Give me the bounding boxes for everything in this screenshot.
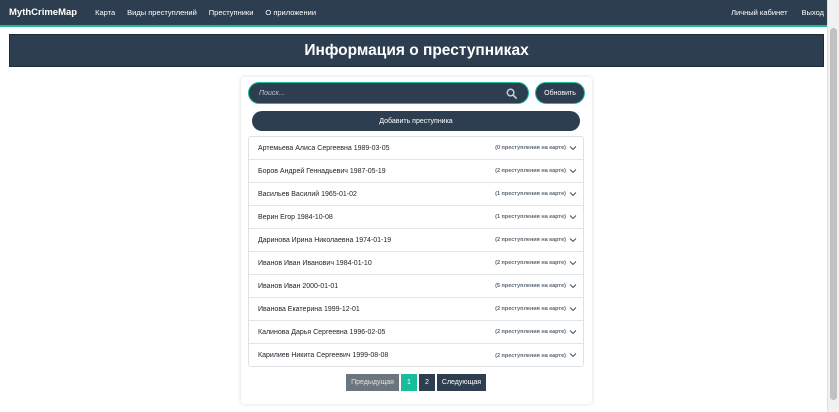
criminal-name: Артемьева Алиса Сергеевна 1989-03-05 [258,144,390,152]
top-navbar: MythCrimeMap Карта Виды преступлений Пре… [0,0,839,27]
nav-link-logout[interactable]: Выход [802,8,824,17]
chevron-down-icon[interactable] [569,305,577,313]
list-item[interactable]: Иванов Иван 2000-01-01 (5 преступления н… [249,275,583,298]
crime-count: (5 преступления на карте) [495,283,566,289]
criminal-name: Боров Андрей Геннадьевич 1987-05-19 [258,167,386,175]
nav-link-criminals[interactable]: Преступники [209,8,254,17]
page-scrollbar[interactable] [827,0,839,412]
brand-logo[interactable]: MythCrimeMap [9,7,77,18]
pagination-next-button[interactable]: Следующая [437,374,486,391]
chevron-down-icon[interactable] [569,144,577,152]
nav-link-about[interactable]: О приложении [265,8,316,17]
criminal-name: Карилиев Никита Сергеевич 1999-08-08 [258,352,389,359]
search-input[interactable]: Поиск... [248,82,529,104]
chevron-down-icon[interactable] [569,351,577,359]
refresh-button[interactable]: Обновить [535,82,585,104]
search-placeholder: Поиск... [259,89,285,97]
crime-count: (2 преступления на карте) [495,260,566,266]
list-item[interactable]: Артемьева Алиса Сергеевна 1989-03-05 (0 … [249,137,583,160]
pagination-prev-button[interactable]: Предыдущая [346,374,399,391]
criminal-name: Калинова Дарья Сергеевна 1996-02-05 [258,328,386,336]
chevron-down-icon[interactable] [569,282,577,290]
list-item[interactable]: Иванова Екатерина 1999-12-01 (2 преступл… [249,298,583,321]
scrollbar-thumb[interactable] [830,28,837,400]
criminals-list: Артемьева Алиса Сергеевна 1989-03-05 (0 … [248,136,584,367]
pagination-page-1[interactable]: 1 [401,374,417,391]
list-item[interactable]: Калинова Дарья Сергеевна 1996-02-05 (2 п… [249,321,583,344]
nav-link-crime-types[interactable]: Виды преступлений [127,8,197,17]
list-item[interactable]: Карилиев Никита Сергеевич 1999-08-08 (2 … [249,344,583,367]
chevron-down-icon[interactable] [569,167,577,175]
crime-count: (2 преступления на карте) [495,168,566,174]
criminal-name: Даринова Ирина Николаевна 1974-01-19 [258,236,392,244]
chevron-down-icon[interactable] [569,236,577,244]
chevron-down-icon[interactable] [569,213,577,221]
crime-count: (1 преступления на карте) [495,214,566,220]
nav-right-group: Личный кабинет Выход [717,8,824,17]
list-item[interactable]: Иванов Иван Иванович 1984-01-10 (2 прест… [249,252,583,275]
nav-link-map[interactable]: Карта [95,8,115,17]
nav-link-account[interactable]: Личный кабинет [731,8,787,17]
crime-count: (1 преступления на карте) [495,191,566,197]
list-item[interactable]: Верин Егор 1984-10-08 (1 преступления на… [249,206,583,229]
crime-count: (2 преступления на карте) [495,306,566,312]
list-item[interactable]: Боров Андрей Геннадьевич 1987-05-19 (2 п… [249,160,583,183]
page-title: Информация о преступниках [9,34,824,67]
criminal-name: Иванов Иван 2000-01-01 [258,282,339,290]
pagination: Предыдущая 1 2 Следующая [346,374,488,391]
pagination-page-2[interactable]: 2 [419,374,435,391]
criminal-name: Васильев Василий 1965-01-02 [258,190,357,198]
chevron-down-icon[interactable] [569,190,577,198]
criminal-name: Иванова Екатерина 1999-12-01 [258,305,360,313]
crime-count: (2 преступления на карте) [495,237,566,243]
list-item[interactable]: Даринова Ирина Николаевна 1974-01-19 (2 … [249,229,583,252]
crime-count: (0 преступления на карте) [495,145,566,151]
crime-count: (2 преступления на карте) [495,352,566,359]
crime-count: (2 преступления на карте) [495,329,566,335]
chevron-down-icon[interactable] [569,328,577,336]
search-icon[interactable] [506,88,517,99]
add-criminal-button[interactable]: Добавить преступника [252,111,580,131]
list-item[interactable]: Васильев Василий 1965-01-02 (1 преступле… [249,183,583,206]
criminal-name: Верин Егор 1984-10-08 [258,213,333,221]
chevron-down-icon[interactable] [569,259,577,267]
criminal-name: Иванов Иван Иванович 1984-01-10 [258,259,372,267]
